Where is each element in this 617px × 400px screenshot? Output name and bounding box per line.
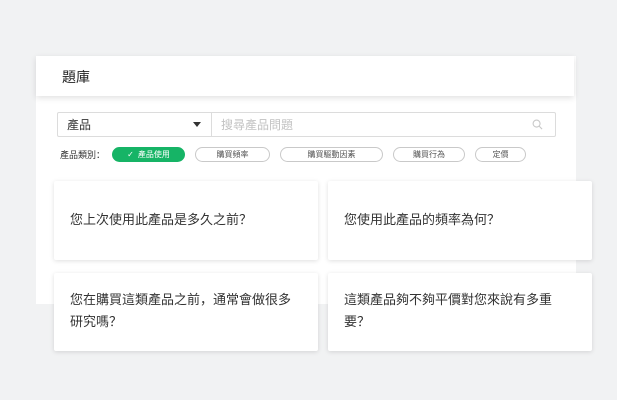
question-card[interactable]: 您使用此產品的頻率為何？ [328, 181, 592, 260]
chip-pricing[interactable]: 定價 [475, 147, 527, 162]
chip-purchase-frequency[interactable]: 購買頻率 [195, 147, 271, 162]
question-text: 您使用此產品的頻率為何？ [344, 212, 501, 228]
question-text: 您上次使用此產品是多久之前？ [70, 212, 253, 228]
search-icon[interactable] [527, 115, 547, 135]
chevron-down-icon [193, 122, 201, 127]
panel-header: 題庫 [36, 56, 574, 96]
category-filters: 產品類別： ✓ 產品使用 購買頻率 購買驅動因素 購買行為 定價 [60, 147, 536, 162]
search-input[interactable] [212, 113, 527, 136]
panel-title: 題庫 [62, 70, 90, 86]
check-icon: ✓ [127, 150, 134, 159]
chip-purchase-drivers[interactable]: 購買驅動因素 [280, 147, 384, 162]
question-text: 這類產品夠不夠平價對您來說有多重要？ [344, 293, 553, 330]
chip-product-usage[interactable]: ✓ 產品使用 [112, 147, 186, 162]
category-select-value: 產品 [67, 118, 92, 132]
chip-purchase-behavior[interactable]: 購買行為 [393, 147, 466, 162]
filter-label: 產品類別： [60, 151, 106, 161]
question-card[interactable]: 您在購買這類產品之前，通常會做很多研究嗎？ [54, 273, 318, 351]
question-text: 您在購買這類產品之前，通常會做很多研究嗎？ [70, 293, 292, 330]
question-card[interactable]: 這類產品夠不夠平價對您來說有多重要？ [328, 273, 592, 351]
category-select[interactable]: 產品 [58, 113, 212, 136]
search-bar: 產品 [57, 112, 556, 137]
question-card[interactable]: 您上次使用此產品是多久之前？ [54, 181, 318, 260]
